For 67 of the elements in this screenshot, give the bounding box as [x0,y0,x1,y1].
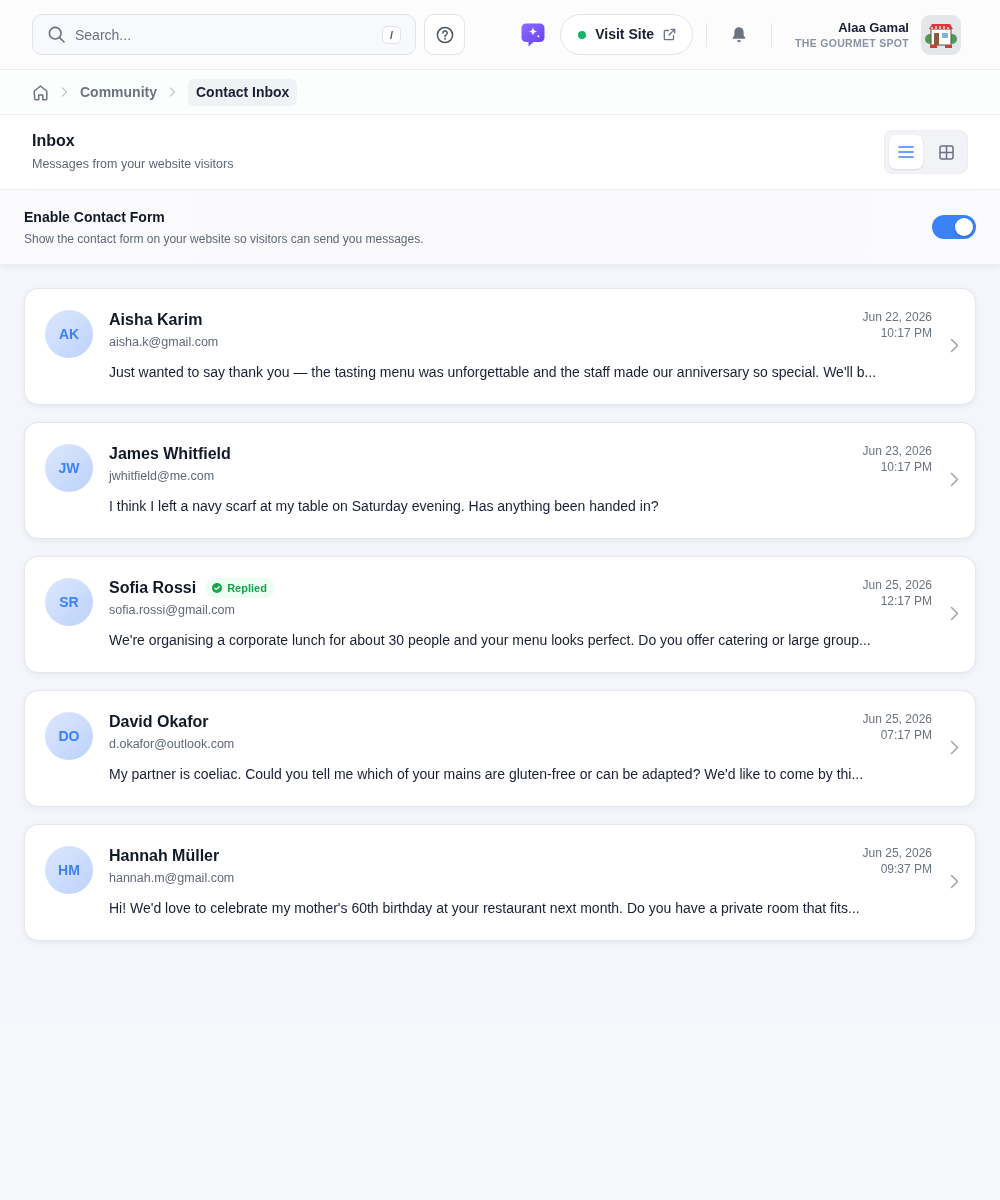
check-circle-icon [212,583,223,593]
chevron-right-icon [950,606,959,621]
initials-avatar: DO [45,712,93,760]
home-link[interactable] [32,83,49,101]
message-preview: I think I left a navy scarf at my table on Saturday evening. Has anything been handed in? [109,497,660,516]
bell-icon [731,26,748,43]
initials-avatar: SR [45,578,93,626]
sender-email: aisha.k@gmail.com [109,334,219,351]
status-label: Replied [227,580,267,596]
user-name: Alaa Gamal [837,19,909,36]
shop-logo-icon[interactable] [921,14,961,55]
list-view-button[interactable] [889,135,923,169]
chevron-right-icon [950,338,959,353]
setting-title: Enable Contact Form [24,207,166,226]
sender-email: jwhitfield@me.com [109,468,216,485]
message-preview: Hi! We'd love to celebrate my mother's 60th birthday at your restaurant next month. Do you have a private room that fits... [109,899,861,918]
message-time: 10:17 PM [879,459,932,475]
message-date: Jun 25, 2026 [862,577,932,593]
message-time: 12:17 PM [879,593,932,609]
message-card[interactable]: HM Hannah Müller hannah.m@gmail.com Jun 25, 2026 09:37 PM Hi! We'd love to celebrate my mother's 60th birthday at your restaurant next month. Do you have a private room that fits... [24,824,976,941]
chevron-right-icon [950,740,959,755]
help-icon [435,25,454,44]
message-date: Jun 25, 2026 [862,711,932,727]
message-card[interactable]: JW James Whitfield jwhitfield@me.com Jun 23, 2026 10:17 PM I think I left a navy scarf at my table on Saturday evening. Has anything been handed in? [24,422,976,539]
chevron-right-icon [950,874,959,889]
initials-avatar: HM [45,846,93,894]
list-icon [898,145,914,159]
message-time: 09:37 PM [879,861,932,877]
chevron-right-icon [950,472,959,487]
message-date: Jun 25, 2026 [862,845,932,861]
current-page-crumb[interactable]: Contact Inbox [188,78,298,106]
message-card[interactable]: DO David Okafor d.okafor@outlook.com Jun 25, 2026 07:17 PM My partner is coeliac. Could you tell me which of your mains are gluten-free or can be adapted? We'd like to come by thi... [24,690,976,807]
message-card[interactable]: AK Aisha Karim aisha.k@gmail.com Jun 22, 2026 10:17 PM Just wanted to say thank you — the tasting menu was unforgettable and the staff made our anniversary so special. We'll b... [24,288,976,405]
sender-name: Aisha Karim [109,310,203,330]
external-link-icon [663,28,677,41]
business-name: THE GOURMET SPOT [795,35,909,50]
sender-email: sofia.rossi@gmail.com [109,602,236,619]
sender-name: James Whitfield [109,444,231,464]
page-title: Inbox [32,131,76,151]
sender-name: Hannah Müller [109,846,220,866]
message-date: Jun 23, 2026 [862,443,932,459]
visit-site-button[interactable]: Visit Site [560,14,694,55]
message-preview: Just wanted to say thank you — the tasting menu was unforgettable and the staff made our anniversary so special. We'll b... [109,363,878,382]
grid-icon [938,144,954,160]
chevron-right-icon [61,87,68,97]
message-time: 10:17 PM [879,325,932,341]
sender-name: Sofia Rossi [109,578,197,598]
sender-name: David Okafor [109,712,209,732]
message-preview: My partner is coeliac. Could you tell me which of your mains are gluten-free or can be adapted? We'd like to come by thi... [109,765,865,784]
initials-avatar: AK [45,310,93,358]
sender-email: hannah.m@gmail.com [109,870,235,887]
initials-avatar: JW [45,444,93,492]
page-subtitle: Messages from your website visitors [32,156,234,173]
message-date: Jun 22, 2026 [862,309,932,325]
toggle-switch[interactable] [932,215,976,239]
status-dot-icon [578,30,587,39]
message-time: 07:17 PM [879,727,932,743]
search-icon [48,26,65,43]
sender-email: d.okafor@outlook.com [109,736,235,753]
setting-description: Show the contact form on your website so visitors can send you messages. [24,230,424,247]
help-button[interactable] [424,14,465,55]
home-icon [32,83,49,101]
breadcrumb-link[interactable]: Community [80,81,157,103]
message-card[interactable]: SR Sofia Rossi Replied sofia.rossi@gmail.com Jun 25, 2026 12:17 PM We're organising a corporate lunch for about 30 people and your menu looks perfect. Do you offer catering or large group... [24,556,976,673]
sparkle-chat-icon[interactable] [520,21,547,48]
chevron-right-icon [169,87,176,97]
message-preview: We're organising a corporate lunch for about 30 people and your menu looks perfect. Do you offer catering or large group... [109,631,872,650]
